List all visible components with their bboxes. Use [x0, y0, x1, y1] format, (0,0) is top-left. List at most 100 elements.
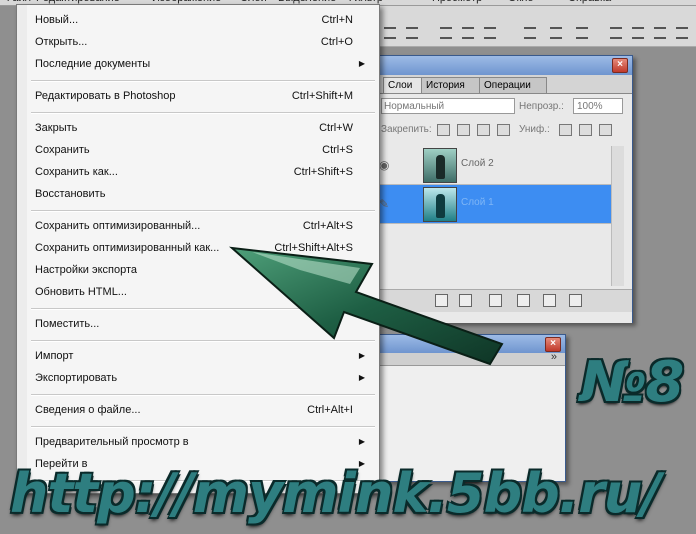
trash-icon[interactable] — [569, 294, 582, 307]
lock-all-icon[interactable] — [497, 124, 510, 136]
fill-option-icon[interactable] — [559, 124, 572, 136]
menu-item-label: Предварительный просмотр в — [35, 436, 189, 448]
menu-separator — [31, 340, 375, 342]
menu-item-label: Редактировать в Photoshop — [35, 90, 176, 102]
link-icon[interactable] — [517, 294, 530, 307]
lock-position-icon[interactable] — [477, 124, 490, 136]
menu-item-shortcut: Ctrl+O — [320, 36, 353, 48]
submenu-arrow-icon: ▶ — [358, 265, 365, 274]
align-icon[interactable] — [404, 24, 420, 39]
brush-icon: ✎ — [379, 197, 390, 211]
menu-item-label: Сохранить оптимизированный как... — [35, 242, 220, 254]
menu-item-shortcut: Ctrl+N — [321, 14, 353, 26]
panel-menu-icon[interactable]: » — [551, 351, 557, 363]
menu-item-label: Импорт — [35, 350, 74, 362]
menu-item-label: Сохранить как... — [35, 166, 118, 178]
distribute-icon[interactable] — [630, 24, 646, 39]
menu-item-label: Настройки экспорта — [35, 264, 138, 276]
menubar-item[interactable]: Просмотр — [432, 0, 482, 4]
menu-item-label: Поместить... — [35, 318, 100, 330]
menu-item[interactable]: Экспортировать ▶ — [35, 368, 371, 388]
layers-panel: Нормальный Непрозр.: 100% Закрепить: Уни… — [373, 93, 632, 323]
close-icon[interactable]: × — [545, 337, 561, 352]
menu-item-shortcut: Ctrl+Shift+M — [291, 90, 353, 102]
window-titlebar[interactable] — [373, 335, 565, 353]
menu-separator — [31, 308, 375, 310]
menu-item[interactable]: Импорт ▶ — [35, 346, 371, 366]
menu-separator — [31, 426, 375, 428]
menu-item-shortcut: Ctrl+Alt+S — [302, 220, 353, 232]
menu-item[interactable]: Сохранить оптимизированный как... Ctrl+Sh… — [35, 238, 371, 258]
menu-item[interactable]: Открыть... Ctrl+O — [35, 32, 371, 52]
layer-name: Слой 2 — [461, 158, 494, 169]
panel-header: » — [373, 351, 565, 366]
blend-mode-select[interactable]: Нормальный — [381, 98, 515, 114]
menu-item[interactable]: Последние документы ▶ — [35, 54, 371, 74]
distribute-icon[interactable] — [548, 24, 564, 39]
menu-item[interactable]: Поместить... — [35, 314, 371, 334]
eye-icon[interactable]: ◉ — [379, 158, 389, 172]
menu-item[interactable]: Обновить HTML... — [35, 282, 371, 302]
layer-thumbnail — [423, 187, 457, 222]
menu-item[interactable]: Новый... Ctrl+N — [35, 10, 371, 30]
lock-pixels-icon[interactable] — [457, 124, 470, 136]
window-titlebar[interactable] — [373, 56, 632, 75]
layer-thumbnail — [423, 148, 457, 183]
folder-icon[interactable] — [489, 294, 502, 307]
menu-item[interactable]: Предварительный просмотр в ▶ — [35, 432, 371, 452]
layer-row-selected[interactable]: ✎ Слой 1 — [373, 185, 611, 224]
menu-item[interactable]: Сохранить как... Ctrl+Shift+S — [35, 162, 371, 182]
distribute-icon[interactable] — [460, 24, 476, 39]
file-menu: Новый... Ctrl+N Открыть... Ctrl+O Последние … — [16, 4, 380, 494]
menu-separator — [31, 210, 375, 212]
menu-item[interactable]: Редактировать в Photoshop Ctrl+Shift+M — [35, 86, 371, 106]
layer-name: Слой 1 — [461, 197, 494, 208]
distribute-icon[interactable] — [652, 24, 668, 39]
menu-item[interactable]: Сохранить Ctrl+S — [35, 140, 371, 160]
opacity-input[interactable]: 100% — [573, 98, 623, 114]
menubar-item[interactable]: Окно — [508, 0, 534, 4]
lock-transparency-icon[interactable] — [437, 124, 450, 136]
menu-item-label: Сведения о файле... — [35, 404, 141, 416]
fill-option-icon[interactable] — [599, 124, 612, 136]
distribute-icon[interactable] — [574, 24, 590, 39]
menu-item[interactable]: Закрыть Ctrl+W — [35, 118, 371, 138]
tab-actions[interactable]: Операции — [479, 77, 547, 93]
distribute-icon[interactable] — [438, 24, 454, 39]
menu-item-label: Обновить HTML... — [35, 286, 127, 298]
menu-item-label: Открыть... — [35, 36, 88, 48]
new-layer-icon[interactable] — [543, 294, 556, 307]
menu-item[interactable]: Сохранить оптимизированный... Ctrl+Alt+S — [35, 216, 371, 236]
overlay-url: http://mymink.5bb.ru/ — [10, 462, 661, 525]
menu-item-label: Восстановить — [35, 188, 106, 200]
layers-window: × Слои История Операции Нормальный Непро… — [372, 55, 633, 323]
align-icon[interactable] — [382, 24, 398, 39]
distribute-icon[interactable] — [674, 24, 690, 39]
submenu-arrow-icon: ▶ — [358, 59, 365, 68]
menu-item[interactable]: Настройки экспорта ▶ — [35, 260, 371, 280]
lock-label: Закрепить: — [381, 124, 432, 135]
distribute-icon[interactable] — [482, 24, 498, 39]
layer-mask-icon[interactable] — [459, 294, 472, 307]
menu-item-shortcut: Ctrl+Alt+I — [307, 404, 353, 416]
fill-label: Униф.: — [519, 124, 550, 135]
close-icon[interactable]: × — [612, 58, 628, 73]
menu-item-shortcut: Ctrl+Shift+S — [293, 166, 353, 178]
layer-row[interactable]: ◉ Слой 2 — [373, 146, 611, 185]
secondary-window: × » — [372, 334, 566, 482]
fill-option-icon[interactable] — [579, 124, 592, 136]
tab-layers[interactable]: Слои — [383, 77, 423, 93]
distribute-icon[interactable] — [608, 24, 624, 39]
distribute-icon[interactable] — [522, 24, 538, 39]
menu-item[interactable]: Восстановить — [35, 184, 371, 204]
menu-item-shortcut: Ctrl+W — [319, 122, 353, 134]
menu-item[interactable]: Сведения о файле... Ctrl+Alt+I — [35, 400, 371, 420]
menu-item-label: Новый... — [35, 14, 79, 26]
menu-separator — [31, 394, 375, 396]
menu-separator — [31, 112, 375, 114]
tab-history[interactable]: История — [421, 77, 481, 93]
adjustment-layer-icon[interactable] — [435, 294, 448, 307]
menubar-item[interactable]: Справка — [568, 0, 611, 4]
layers-scrollbar[interactable] — [611, 146, 624, 286]
layers-footer — [373, 289, 632, 312]
